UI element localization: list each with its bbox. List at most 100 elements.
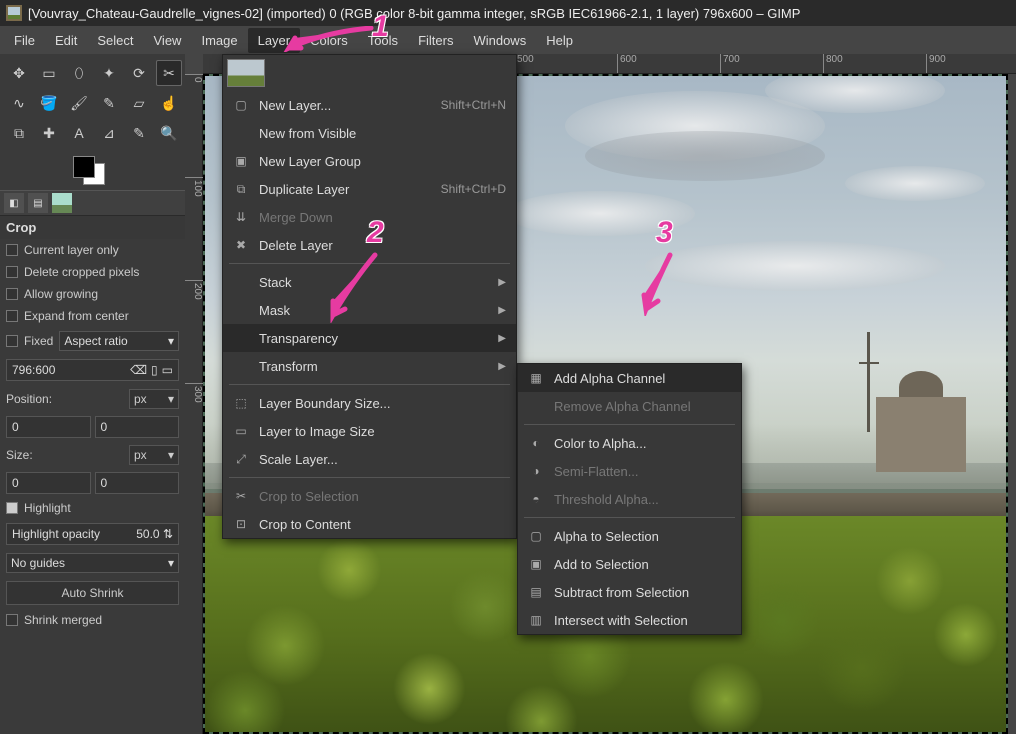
opt-current-layer[interactable]: Current layer only	[0, 239, 185, 261]
tool-heal[interactable]: ✚	[36, 120, 62, 146]
scale-icon: ⤢	[233, 451, 249, 467]
opt-allow-growing[interactable]: Allow growing	[0, 283, 185, 305]
tool-rect-select[interactable]: ▭	[36, 60, 62, 86]
layer-menu-duplicate-layer[interactable]: ⧉Duplicate LayerShift+Ctrl+D	[223, 175, 516, 203]
titlebar: [Vouvray_Chateau-Gaudrelle_vignes-02] (i…	[0, 0, 1016, 26]
transparency-color-to-alpha-[interactable]: ◐Color to Alpha...	[518, 429, 741, 457]
opt-highlight[interactable]: Highlight	[0, 497, 185, 519]
tool-free-select[interactable]: ⬯	[66, 60, 92, 86]
bound-icon: ⬚	[233, 395, 249, 411]
submenu-arrow-icon: ▶	[498, 305, 506, 316]
tool-move[interactable]: ✥	[6, 60, 32, 86]
blank-icon	[528, 398, 544, 414]
tool-warp[interactable]: ∿	[6, 90, 32, 116]
pos-y-input[interactable]	[95, 416, 180, 438]
tool-text[interactable]: A	[66, 120, 92, 146]
portrait-icon[interactable]: ▯	[151, 363, 158, 377]
tool-crop[interactable]: ✂	[156, 60, 182, 86]
color-swatches[interactable]	[0, 152, 185, 190]
layer-menu-mask[interactable]: Mask▶	[223, 296, 516, 324]
transparency-alpha-to-selection[interactable]: ▢Alpha to Selection	[518, 522, 741, 550]
tool-eraser[interactable]: ▱	[126, 90, 152, 116]
transparency-subtract-from-selection[interactable]: ▤Subtract from Selection	[518, 578, 741, 606]
menu-view[interactable]: View	[144, 28, 192, 53]
transparency-threshold-alpha-: ◓Threshold Alpha...	[518, 485, 741, 513]
tool-options-title: Crop	[0, 216, 185, 239]
layer-menu-transform[interactable]: Transform▶	[223, 352, 516, 380]
size-h-input[interactable]	[95, 472, 180, 494]
menu-windows[interactable]: Windows	[463, 28, 536, 53]
layer-thumbnail	[227, 59, 265, 87]
ruler-vertical[interactable]: 0100200300	[185, 74, 203, 734]
ratio-input[interactable]: 796:600⌫▯▭	[6, 359, 179, 381]
layer-menu-stack[interactable]: Stack▶	[223, 268, 516, 296]
transparency-semi-flatten-: ◑Semi-Flatten...	[518, 457, 741, 485]
blank-icon	[233, 358, 249, 374]
opt-shrink-merged[interactable]: Shrink merged	[0, 609, 185, 631]
opt-delete-cropped[interactable]: Delete cropped pixels	[0, 261, 185, 283]
tab-images[interactable]	[52, 193, 72, 213]
tab-tool-options[interactable]: ◧	[4, 193, 24, 213]
tool-bucket[interactable]: 🪣	[36, 90, 62, 116]
menu-tools[interactable]: Tools	[358, 28, 408, 53]
layer-menu-new-from-visible[interactable]: New from Visible	[223, 119, 516, 147]
foreground-swatch[interactable]	[73, 156, 95, 178]
tool-fuzzy-select[interactable]: ✦	[96, 60, 122, 86]
transparency-remove-alpha-channel: Remove Alpha Channel	[518, 392, 741, 420]
int-icon: ▥	[528, 612, 544, 628]
size-w-input[interactable]	[6, 472, 91, 494]
submenu-arrow-icon: ▶	[498, 333, 506, 344]
imgsize-icon: ▭	[233, 423, 249, 439]
menu-help[interactable]: Help	[536, 28, 583, 53]
landscape-icon[interactable]: ▭	[162, 363, 173, 377]
tool-smudge[interactable]: ☝	[156, 90, 182, 116]
tool-rotate[interactable]: ⟳	[126, 60, 152, 86]
tab-device[interactable]: ▤	[28, 193, 48, 213]
tool-clone[interactable]: ⧉	[6, 120, 32, 146]
layer-menu-new-layer-[interactable]: ▢New Layer...Shift+Ctrl+N	[223, 91, 516, 119]
guides-select[interactable]: No guides▾	[6, 553, 179, 573]
auto-shrink-button[interactable]: Auto Shrink	[6, 581, 179, 605]
layer-menu-scale-layer-[interactable]: ⤢Scale Layer...	[223, 445, 516, 473]
position-label: Position: px▾	[0, 385, 185, 413]
menu-select[interactable]: Select	[87, 28, 143, 53]
menu-colors[interactable]: Colors	[300, 28, 358, 53]
transparency-intersect-with-selection[interactable]: ▥Intersect with Selection	[518, 606, 741, 634]
sub-icon: ▤	[528, 584, 544, 600]
opt-expand-center[interactable]: Expand from center	[0, 305, 185, 327]
layer-menu-delete-layer[interactable]: ✖Delete Layer	[223, 231, 516, 259]
fixed-mode-select[interactable]: Aspect ratio▾	[59, 331, 179, 351]
layer-menu-layer-boundary-size-[interactable]: ⬚Layer Boundary Size...	[223, 389, 516, 417]
cropsel-icon: ✂	[233, 488, 249, 504]
tool-zoom[interactable]: 🔍	[156, 120, 182, 146]
position-unit-select[interactable]: px▾	[129, 389, 179, 409]
tool-color-picker[interactable]: ✎	[126, 120, 152, 146]
pos-x-input[interactable]	[6, 416, 91, 438]
layer-menu-crop-to-content[interactable]: ⊡Crop to Content	[223, 510, 516, 538]
layer-menu-new-layer-group[interactable]: ▣New Layer Group	[223, 147, 516, 175]
menu-layer[interactable]: Layer	[248, 28, 301, 53]
blank-icon	[233, 302, 249, 318]
menu-file[interactable]: File	[4, 28, 45, 53]
layer-menu-layer-to-image-size[interactable]: ▭Layer to Image Size	[223, 417, 516, 445]
submenu-arrow-icon: ▶	[498, 361, 506, 372]
opt-fixed[interactable]: Fixed Aspect ratio▾	[0, 327, 185, 355]
merge-icon: ⇊	[233, 209, 249, 225]
size-unit-select[interactable]: px▾	[129, 445, 179, 465]
menu-edit[interactable]: Edit	[45, 28, 87, 53]
c2a-icon: ◐	[528, 435, 544, 451]
menu-image[interactable]: Image	[191, 28, 247, 53]
image-antenna	[867, 332, 870, 432]
tool-measure[interactable]: ⊿	[96, 120, 122, 146]
menu-filters[interactable]: Filters	[408, 28, 463, 53]
clear-icon[interactable]: ⌫	[130, 363, 147, 377]
layer-menu-transparency[interactable]: Transparency▶	[223, 324, 516, 352]
semi-icon: ◑	[528, 463, 544, 479]
blank-icon	[233, 125, 249, 141]
highlight-opacity-input[interactable]: Highlight opacity50.0 ⇅	[6, 523, 179, 545]
blank-icon	[233, 274, 249, 290]
transparency-add-alpha-channel[interactable]: ▦Add Alpha Channel	[518, 364, 741, 392]
tool-brush[interactable]: 🖌	[66, 90, 92, 116]
tool-pencil[interactable]: ✎	[96, 90, 122, 116]
transparency-add-to-selection[interactable]: ▣Add to Selection	[518, 550, 741, 578]
